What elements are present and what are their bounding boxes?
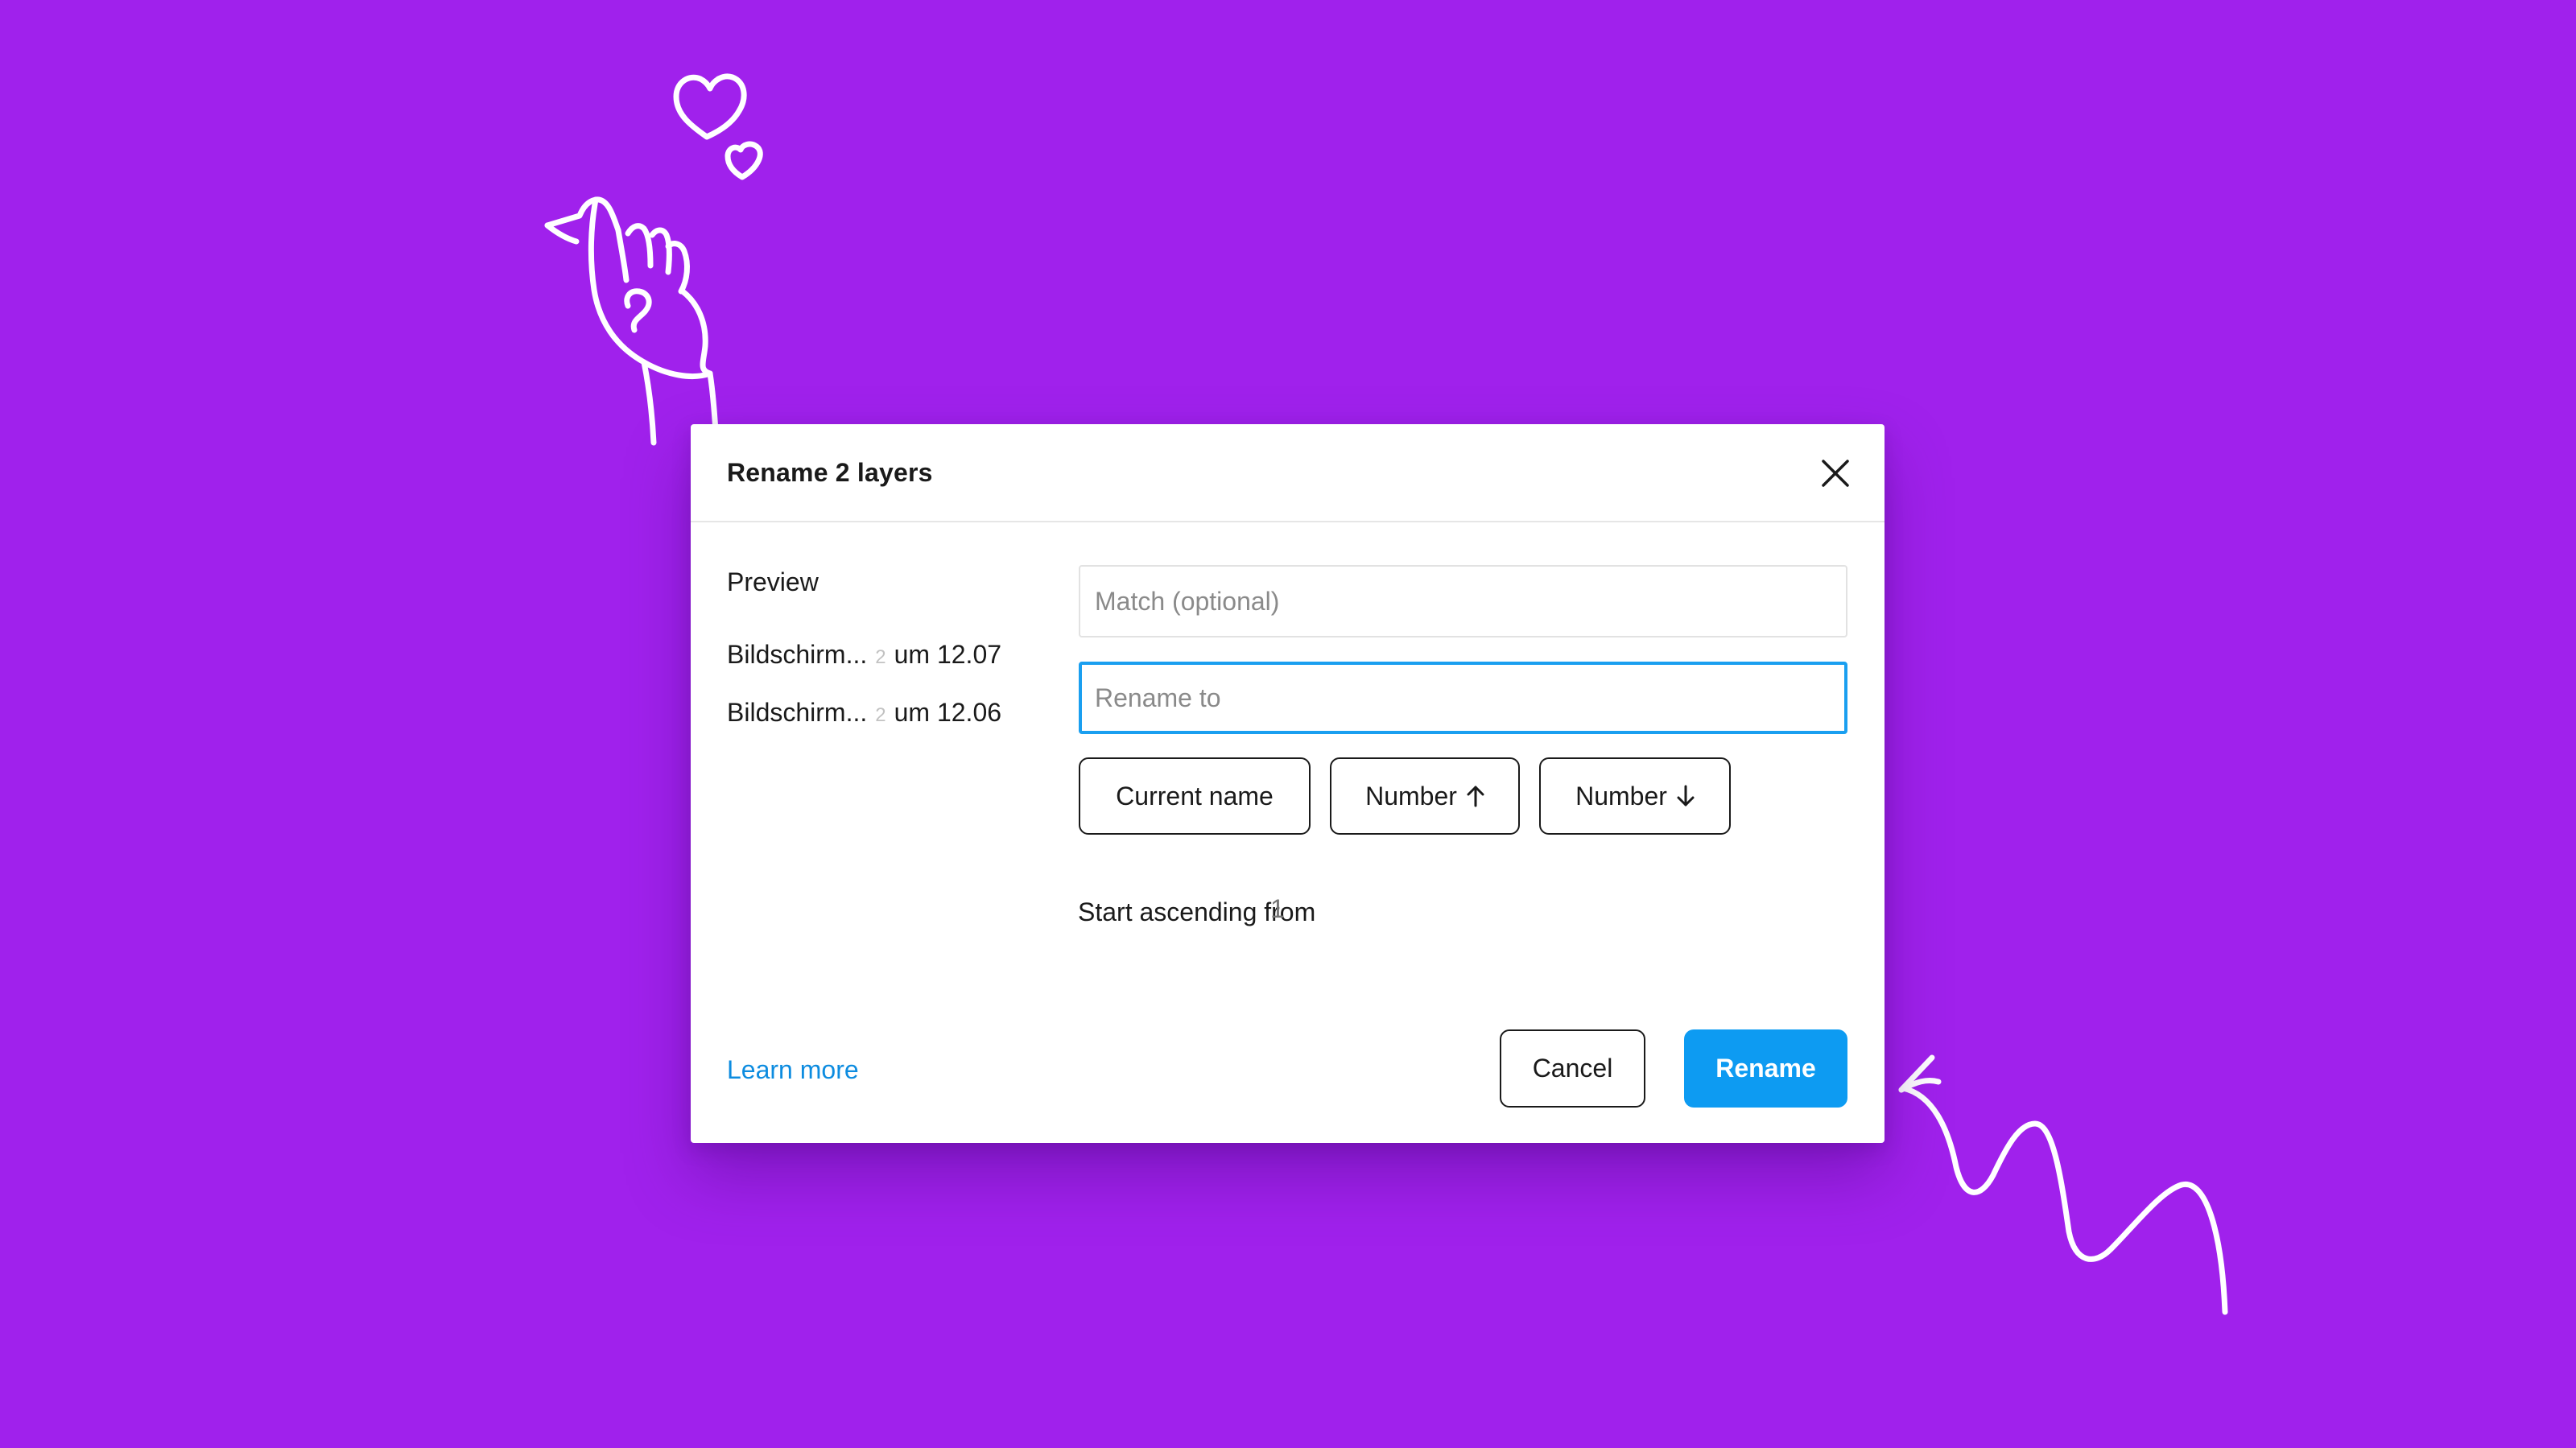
hand-heart-doodle: [544, 73, 763, 446]
preview-item-separator: 2: [875, 704, 886, 726]
squiggle-arrow-doodle: [1898, 1054, 2228, 1315]
rename-layers-dialog: Rename 2 layers Preview Bildschirm... 2 um…: [691, 424, 1885, 1143]
match-input[interactable]: [1079, 565, 1847, 637]
preview-item-name: Bildschirm...: [727, 698, 868, 727]
preview-item: Bildschirm... 2 um 12.07: [727, 640, 1001, 670]
number-descending-button[interactable]: Number: [1539, 757, 1731, 835]
preview-item-name: Bildschirm...: [727, 640, 868, 669]
close-icon: [1822, 460, 1849, 487]
preview-label: Preview: [727, 567, 819, 596]
preview-item-separator: 2: [875, 646, 886, 668]
learn-more-link[interactable]: Learn more: [727, 1055, 859, 1085]
preview-item-suffix: um 12.07: [894, 640, 1002, 669]
arrow-down-icon: [1677, 785, 1695, 807]
cancel-button[interactable]: Cancel: [1500, 1029, 1645, 1108]
current-name-button[interactable]: Current name: [1079, 757, 1311, 835]
rename-to-input[interactable]: [1079, 662, 1847, 734]
arrow-up-icon: [1467, 785, 1484, 807]
token-label: Number: [1365, 781, 1457, 811]
rename-button[interactable]: Rename: [1684, 1029, 1847, 1108]
number-ascending-button[interactable]: Number: [1330, 757, 1520, 835]
start-number-input[interactable]: [1270, 886, 1335, 931]
preview-item: Bildschirm... 2 um 12.06: [727, 698, 1001, 728]
dialog-title: Rename 2 layers: [727, 458, 933, 487]
close-button[interactable]: [1815, 453, 1856, 493]
token-label: Number: [1575, 781, 1667, 811]
token-label: Current name: [1116, 781, 1274, 811]
preview-item-suffix: um 12.06: [894, 698, 1002, 727]
dialog-header: Rename 2 layers: [691, 424, 1885, 522]
